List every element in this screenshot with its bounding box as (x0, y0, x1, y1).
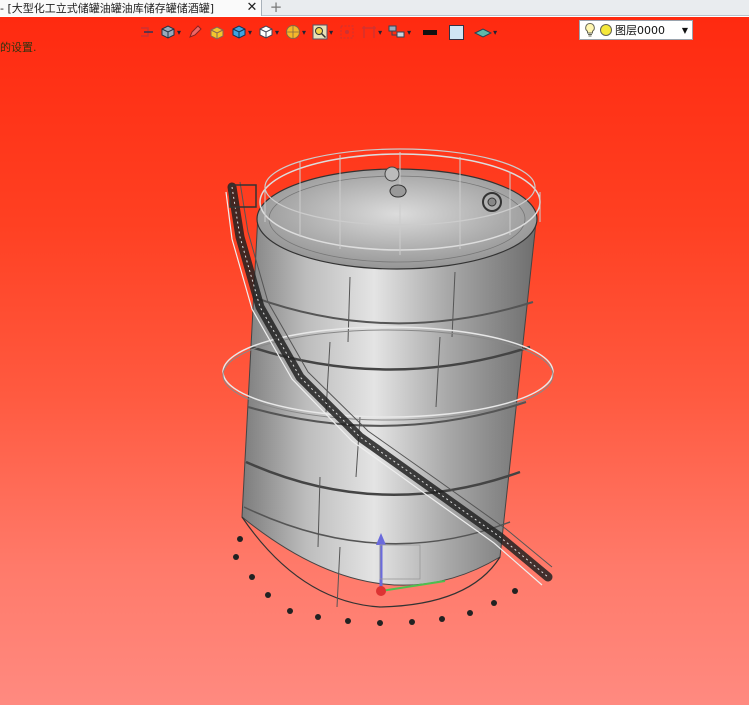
storage-tank-model[interactable] (0, 17, 749, 705)
close-tab-icon[interactable]: ✕ (243, 0, 261, 16)
new-tab-button[interactable]: + (266, 0, 286, 16)
3d-viewport[interactable]: 的设置. ▾ ▾ ▾ ▾ ▾ ▾ ▾ ▾ 图层0000 ▼ (0, 17, 749, 705)
document-tab[interactable]: - [大型化工立式储罐油罐油库储存罐储酒罐] ✕ (0, 0, 262, 16)
document-tab-title[interactable]: - [大型化工立式储罐油罐油库储存罐储酒罐] (0, 0, 243, 16)
tab-bar: - [大型化工立式储罐油罐油库储存罐储酒罐] ✕ + (0, 0, 749, 16)
